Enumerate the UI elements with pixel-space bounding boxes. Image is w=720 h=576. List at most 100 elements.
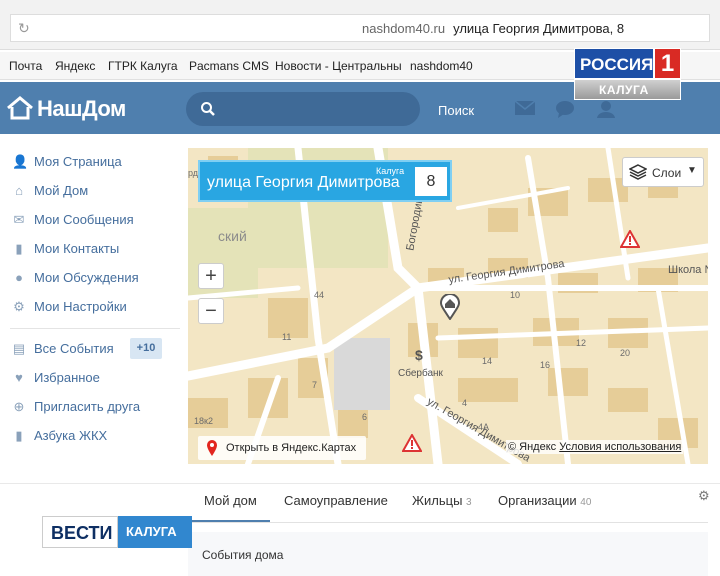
- map-label: 4: [462, 398, 468, 408]
- sidebar-item-label: Мой Дом: [34, 183, 89, 198]
- vesti-logo-right: КАЛУГА: [118, 516, 192, 548]
- zoom-in-button[interactable]: +: [198, 263, 224, 289]
- messages-icon[interactable]: [514, 100, 536, 116]
- sidebar-item-my-home[interactable]: ⌂ Мой Дом: [12, 183, 88, 198]
- settings-gear-icon[interactable]: ⚙: [698, 488, 710, 504]
- active-tab-indicator: [188, 520, 270, 522]
- reload-icon[interactable]: ↻: [18, 20, 30, 37]
- tab-organizations[interactable]: Организации 40: [498, 493, 591, 508]
- sidebar-item-contacts[interactable]: ▮ Мои Контакты: [12, 241, 119, 257]
- events-title: События дома: [202, 548, 284, 562]
- map-label: рд: [188, 168, 199, 178]
- events-count-badge: +10: [130, 338, 162, 359]
- map-label: ский: [218, 228, 247, 244]
- open-in-yandex-link[interactable]: Открыть в Яндекс.Картах: [198, 436, 366, 460]
- tabs-underline: [188, 522, 708, 523]
- heart-icon: ♥: [15, 370, 23, 385]
- tab-label: Мой дом: [204, 493, 257, 508]
- section-divider: [0, 483, 720, 484]
- map-copyright: © Яндекс Условия использования: [506, 440, 684, 454]
- map-label: 18к2: [194, 416, 213, 426]
- book-icon: ▮: [15, 241, 23, 256]
- chevron-down-icon: ▼: [687, 165, 697, 176]
- tab-count: 3: [466, 497, 472, 508]
- map-label: 6: [362, 412, 368, 422]
- sidebar-item-label: Мои Настройки: [34, 299, 127, 314]
- copyright-text: © Яндекс: [508, 441, 557, 453]
- plus-circle-icon: ⊕: [13, 399, 25, 414]
- sidebar-item-settings[interactable]: ⚙ Мои Настройки: [12, 299, 127, 315]
- map-label: Школа №: [668, 264, 708, 276]
- vesti-logo-subtext: КАЛУГА: [126, 524, 177, 539]
- tab-label: Жильцы: [412, 493, 463, 508]
- address-number: 8: [415, 167, 447, 196]
- search-icon: [201, 102, 215, 116]
- map-address-label: Калуга улица Георгия Димитрова 8: [198, 160, 452, 202]
- url-domain: nashdom40.ru: [362, 21, 446, 36]
- map-label: 10: [510, 290, 521, 300]
- house-events-panel: События дома: [188, 532, 708, 576]
- layers-label: Слои: [652, 166, 682, 180]
- sidebar-item-messages[interactable]: ✉ Мои Сообщения: [12, 212, 134, 228]
- bookmark-item[interactable]: Яндекс: [55, 59, 95, 73]
- map-label: Сбербанк: [398, 368, 443, 379]
- sidebar-item-label: Пригласить друга: [34, 399, 141, 414]
- address-street: улица Георгия Димитрова: [207, 174, 400, 191]
- search-input[interactable]: [186, 92, 420, 126]
- map-label: 4А: [478, 422, 490, 432]
- discussions-icon[interactable]: [555, 100, 575, 118]
- open-in-yandex-label: Открыть в Яндекс.Картах: [226, 442, 357, 454]
- sidebar-item-invite[interactable]: ⊕ Пригласить друга: [12, 399, 141, 415]
- address-bar: ↻ nashdom40.ru улица Георгия Димитрова, 8: [0, 0, 720, 50]
- terms-link[interactable]: Условия использования: [559, 441, 681, 453]
- newspaper-icon: ▤: [12, 341, 26, 356]
- home-icon: ⌂: [15, 183, 23, 198]
- rossiya-logo-top: РОССИЯ: [574, 48, 654, 79]
- rossiya-logo-bottom: КАЛУГА: [574, 79, 681, 100]
- sidebar-item-label: Моя Страница: [34, 154, 122, 169]
- user-menu-icon[interactable]: [596, 100, 616, 118]
- sberbank-icon[interactable]: $: [412, 346, 428, 364]
- sidebar-item-discussions[interactable]: ● Мои Обсуждения: [12, 270, 139, 285]
- tab-self-government[interactable]: Самоуправление: [284, 493, 388, 508]
- tab-residents[interactable]: Жильцы 3: [412, 493, 472, 508]
- sidebar-item-housing-abc[interactable]: ▮ Азбука ЖКХ: [12, 428, 107, 444]
- vesti-logo-text: ВЕСТИ: [51, 523, 113, 543]
- tab-count: 40: [580, 497, 592, 508]
- comment-icon: ●: [15, 270, 23, 285]
- bookmark-item[interactable]: Новости - Центральны: [275, 59, 403, 73]
- zoom-out-button[interactable]: −: [198, 298, 224, 324]
- bookmark-item[interactable]: Почта: [9, 59, 42, 73]
- sidebar-item-all-events[interactable]: ▤ Все События: [12, 341, 114, 357]
- map-label: 7: [312, 380, 318, 390]
- rossiya-1-logo: РОССИЯ 1 КАЛУГА: [574, 48, 682, 101]
- tab-my-home[interactable]: Мой дом: [204, 493, 257, 508]
- warning-icon[interactable]: [402, 434, 422, 452]
- sidebar-item-label: Азбука ЖКХ: [34, 428, 108, 443]
- bookmark-item[interactable]: nashdom40: [410, 59, 473, 73]
- bookmark-item[interactable]: ГТРК Калуга: [108, 59, 178, 73]
- layers-icon: [629, 164, 647, 180]
- map-label: 20: [620, 348, 631, 358]
- gear-icon: ⚙: [13, 299, 25, 314]
- vesti-logo-left: ВЕСТИ: [42, 516, 118, 548]
- house-pin-icon[interactable]: [440, 294, 460, 320]
- map-label: 16: [540, 360, 551, 370]
- url-text[interactable]: nashdom40.ru улица Георгия Димитрова, 8: [362, 21, 624, 36]
- warning-icon[interactable]: [620, 230, 640, 248]
- rossiya-logo-text: РОССИЯ: [580, 55, 654, 74]
- home-logo-icon[interactable]: [6, 96, 34, 120]
- sidebar-item-label: Мои Контакты: [34, 241, 120, 256]
- sidebar-item-favorites[interactable]: ♥ Избранное: [12, 370, 100, 385]
- book-icon: ▮: [15, 428, 23, 443]
- svg-text:$: $: [415, 347, 423, 363]
- tab-label: Самоуправление: [284, 493, 388, 508]
- sidebar-item-my-page[interactable]: 👤 Моя Страница: [12, 154, 122, 170]
- map-label: 14: [482, 356, 493, 366]
- tab-label: Организации: [498, 493, 577, 508]
- site-logo[interactable]: НашДом: [37, 96, 126, 122]
- bookmark-item[interactable]: Pacmans CMS: [189, 59, 269, 73]
- search-button[interactable]: Поиск: [438, 103, 474, 118]
- layers-button[interactable]: Слои ▼: [622, 157, 704, 187]
- map-label: 12: [576, 338, 587, 348]
